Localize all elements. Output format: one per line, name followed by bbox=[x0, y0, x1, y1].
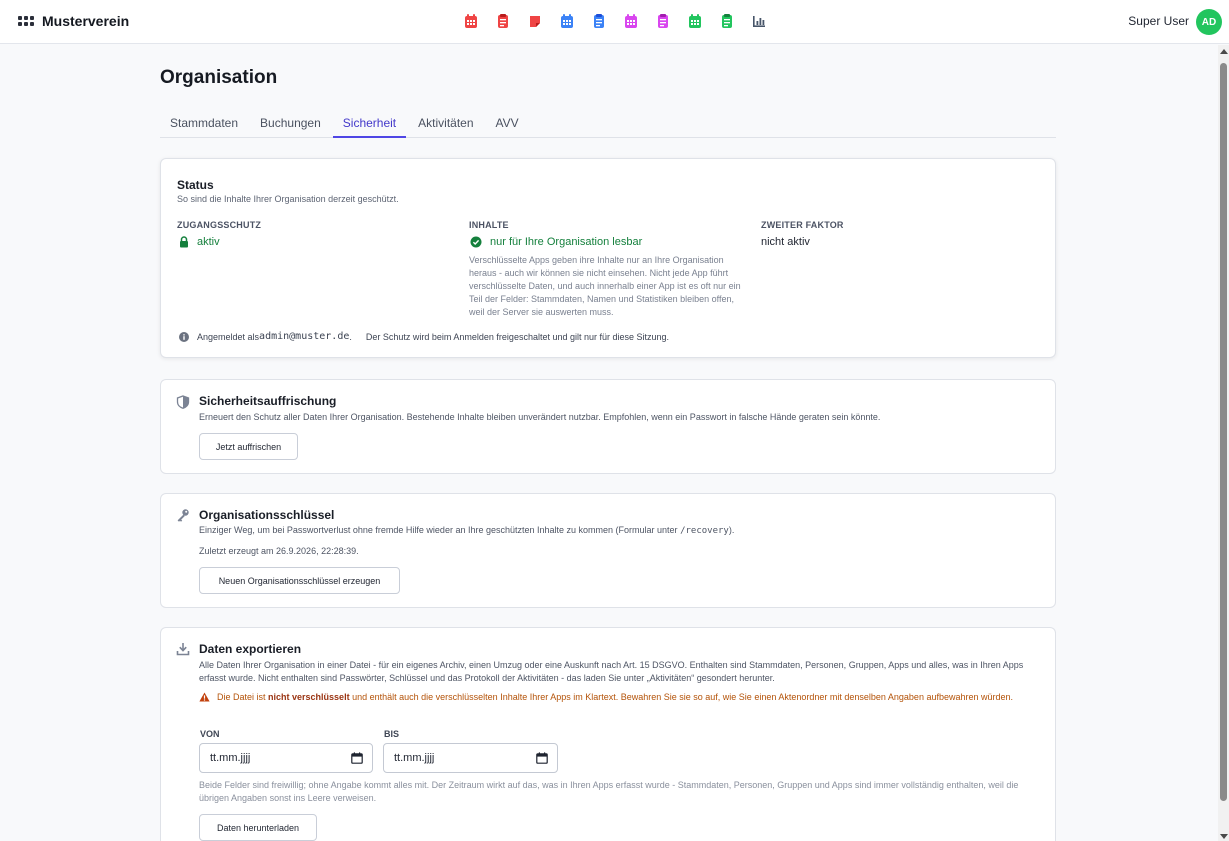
to-date-input[interactable]: tt.mm.jjjj bbox=[383, 743, 558, 773]
login-email: admin@muster.de bbox=[259, 331, 350, 342]
tab-buchungen[interactable]: Buchungen bbox=[250, 108, 331, 138]
to-date-placeholder: tt.mm.jjjj bbox=[394, 752, 435, 764]
scrollbar[interactable] bbox=[1218, 45, 1229, 841]
generate-organisation-key-button[interactable]: Neuen Organisationsschlüssel erzeugen bbox=[199, 567, 400, 594]
from-date-placeholder: tt.mm.jjjj bbox=[210, 752, 251, 764]
app-calendar-green[interactable] bbox=[688, 13, 702, 29]
note-icon bbox=[530, 16, 540, 27]
app-statistics[interactable] bbox=[752, 13, 766, 29]
clipboard-icon bbox=[498, 14, 508, 28]
app-calendar-blue[interactable] bbox=[560, 13, 574, 29]
organisation-key-description-end: ). bbox=[728, 525, 735, 535]
key-icon bbox=[177, 509, 189, 522]
status-card: Status So sind die Inhalte Ihrer Organis… bbox=[160, 158, 1056, 358]
status-title: Status bbox=[177, 178, 214, 192]
download-data-button[interactable]: Daten herunterladen bbox=[199, 814, 317, 841]
to-label: BIS bbox=[384, 729, 400, 739]
app-clipboard-purple[interactable] bbox=[656, 13, 670, 29]
login-note: Der Schutz wird beim Anmelden freigescha… bbox=[365, 331, 670, 342]
login-prefix: Angemeldet als bbox=[197, 331, 260, 342]
tab-avv[interactable]: AVV bbox=[486, 108, 529, 138]
export-warning-text: Die Datei ist nicht verschlüsselt und en… bbox=[217, 691, 1013, 704]
content-label: INHALTE bbox=[469, 220, 509, 230]
scrollbar-thumb[interactable] bbox=[1220, 63, 1227, 801]
avatar[interactable]: AD bbox=[1196, 9, 1222, 35]
from-label: VON bbox=[200, 729, 220, 739]
export-warning-prefix: Die Datei ist bbox=[217, 692, 266, 702]
tab-sicherheit[interactable]: Sicherheit bbox=[332, 108, 407, 138]
check-circle-icon bbox=[470, 236, 482, 248]
login-info: Angemeldet als admin@muster.de . Der Sch… bbox=[179, 331, 669, 342]
export-date-hint: Beide Felder sind freiwillig; ohne Angab… bbox=[199, 780, 1019, 803]
shield-icon bbox=[176, 395, 190, 409]
second-factor-value: nicht aktiv bbox=[761, 236, 810, 248]
refresh-now-button[interactable]: Jetzt auffrischen bbox=[199, 433, 298, 460]
top-bar: Musterverein Super User AD bbox=[0, 0, 1229, 44]
calendar-icon bbox=[561, 14, 573, 28]
export-title: Daten exportieren bbox=[199, 642, 302, 656]
security-refresh-card: Sicherheitsauffrischung Erneuert den Sch… bbox=[160, 379, 1056, 474]
user-name[interactable]: Super User bbox=[1128, 14, 1189, 28]
export-description: Alle Daten Ihrer Organisation in einer D… bbox=[199, 660, 1024, 683]
app-grid-icon[interactable] bbox=[18, 16, 34, 26]
clipboard-icon bbox=[658, 14, 668, 28]
access-protection-label: ZUGANGSSCHUTZ bbox=[177, 220, 262, 230]
calendar-icon bbox=[465, 14, 477, 28]
access-protection-text: aktiv bbox=[197, 236, 220, 248]
from-date-input[interactable]: tt.mm.jjjj bbox=[199, 743, 373, 773]
export-warning-suffix: und enthält auch die verschlüsselten Inh… bbox=[352, 692, 1014, 702]
organisation-key-card: Organisationsschlüssel Einziger Weg, um … bbox=[160, 493, 1056, 608]
bar-chart-icon bbox=[753, 16, 765, 27]
organisation-key-title: Organisationsschlüssel bbox=[199, 508, 335, 522]
content-text: nur für Ihre Organisation lesbar bbox=[490, 236, 643, 248]
lock-icon bbox=[180, 236, 188, 248]
scroll-down-arrow-icon[interactable] bbox=[1220, 834, 1228, 839]
app-calendar-red[interactable] bbox=[464, 13, 478, 29]
last-generated-text: Zuletzt erzeugt am 26.9.2026, 22:28:39. bbox=[199, 546, 359, 556]
export-warning-bold: nicht verschlüsselt bbox=[268, 692, 350, 702]
page-title: Organisation bbox=[160, 67, 278, 88]
content-description: Verschlüsselte Apps geben ihre Inhalte n… bbox=[469, 255, 741, 317]
app-calendar-purple[interactable] bbox=[624, 13, 638, 29]
access-protection-value: aktiv bbox=[179, 236, 220, 248]
scroll-up-arrow-icon[interactable] bbox=[1220, 49, 1228, 54]
status-subtitle: So sind die Inhalte Ihrer Organisation d… bbox=[177, 194, 399, 204]
export-card: Daten exportieren Alle Daten Ihrer Organ… bbox=[160, 627, 1056, 841]
security-refresh-description: Erneuert den Schutz aller Daten Ihrer Or… bbox=[199, 412, 881, 422]
tab-aktivitaeten[interactable]: Aktivitäten bbox=[408, 108, 483, 138]
tab-stammdaten[interactable]: Stammdaten bbox=[160, 108, 248, 138]
clipboard-icon bbox=[722, 14, 732, 28]
organisation-name[interactable]: Musterverein bbox=[42, 13, 129, 29]
calendar-icon bbox=[625, 14, 637, 28]
second-factor-label: ZWEITER FAKTOR bbox=[761, 220, 844, 230]
calendar-icon bbox=[351, 752, 363, 764]
download-icon bbox=[176, 643, 190, 656]
tab-bar: Stammdaten Buchungen Sicherheit Aktivitä… bbox=[160, 108, 1056, 138]
app-switcher bbox=[464, 13, 784, 29]
login-period: . bbox=[349, 331, 352, 342]
calendar-icon bbox=[536, 752, 548, 764]
app-note-red[interactable] bbox=[528, 13, 542, 29]
app-clipboard-green[interactable] bbox=[720, 13, 734, 29]
app-clipboard-red[interactable] bbox=[496, 13, 510, 29]
content-value: nur für Ihre Organisation lesbar bbox=[470, 236, 642, 248]
clipboard-icon bbox=[594, 14, 604, 28]
app-clipboard-blue[interactable] bbox=[592, 13, 606, 29]
calendar-icon bbox=[689, 14, 701, 28]
recovery-path: /recovery bbox=[680, 526, 729, 536]
organisation-key-description: Einziger Weg, um bei Passwortverlust ohn… bbox=[199, 524, 1049, 538]
warning-icon bbox=[199, 692, 210, 702]
security-refresh-title: Sicherheitsauffrischung bbox=[199, 394, 337, 408]
organisation-key-description-text: Einziger Weg, um bei Passwortverlust ohn… bbox=[199, 525, 678, 535]
info-icon bbox=[179, 331, 189, 342]
export-warning: Die Datei ist nicht verschlüsselt und en… bbox=[199, 691, 1049, 704]
